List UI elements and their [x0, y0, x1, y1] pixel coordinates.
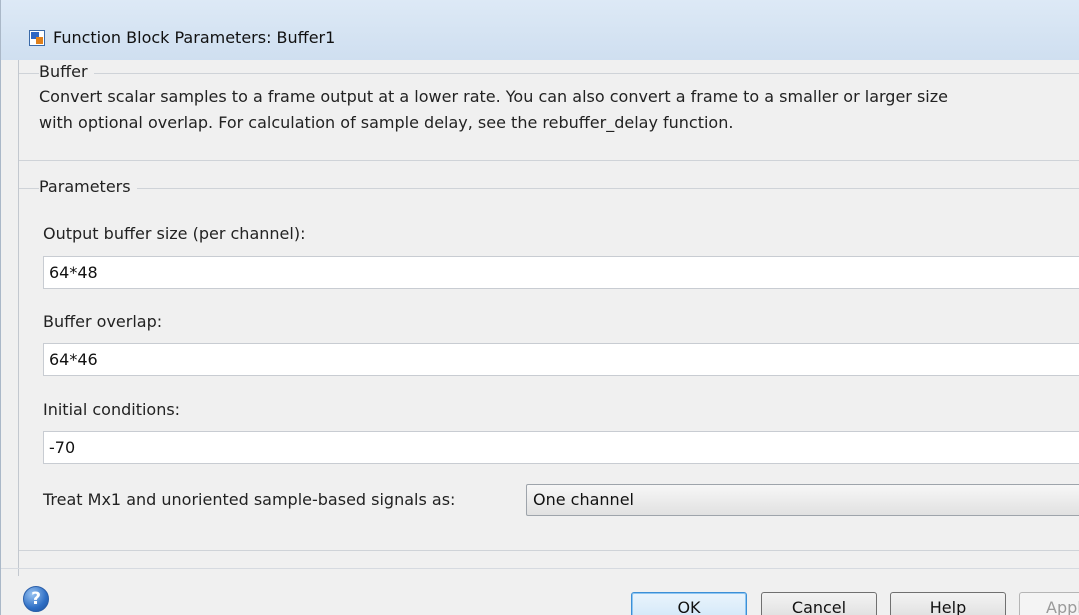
- parameters-group-border: [19, 188, 1079, 189]
- description-line-1: Convert scalar samples to a frame output…: [39, 87, 948, 106]
- buffer-group-border: [19, 73, 1079, 74]
- cancel-button[interactable]: Cancel: [761, 592, 877, 615]
- treat-signals-label: Treat Mx1 and unoriented sample-based si…: [43, 490, 456, 509]
- description-line-2: with optional overlap. For calculation o…: [39, 113, 734, 132]
- title-bar[interactable]: Function Block Parameters: Buffer1: [1, 0, 1079, 60]
- buffer-group-title: Buffer: [39, 62, 94, 81]
- parameters-group-title: Parameters: [39, 177, 137, 196]
- ok-button[interactable]: OK: [631, 592, 747, 615]
- initial-conditions-label: Initial conditions:: [43, 400, 181, 419]
- button-bar-separator: [1, 568, 1079, 569]
- output-buffer-size-label: Output buffer size (per channel):: [43, 224, 306, 243]
- buffer-overlap-field[interactable]: 64*46: [43, 343, 1079, 376]
- help-button[interactable]: Help: [890, 592, 1006, 615]
- parameters-group-bottom: [19, 550, 1079, 551]
- window-title: Function Block Parameters: Buffer1: [53, 28, 336, 47]
- help-question-icon[interactable]: ?: [23, 586, 49, 612]
- buffer-overlap-label: Buffer overlap:: [43, 312, 163, 331]
- dialog-window: Function Block Parameters: Buffer1 Buffe…: [0, 0, 1079, 615]
- treat-signals-dropdown[interactable]: One channel: [526, 484, 1079, 516]
- output-buffer-size-field[interactable]: 64*48: [43, 256, 1079, 289]
- simulink-block-icon: [29, 30, 45, 46]
- apply-button[interactable]: Apply: [1019, 592, 1079, 615]
- block-description: Convert scalar samples to a frame output…: [39, 84, 1079, 136]
- dialog-content: Buffer Convert scalar samples to a frame…: [18, 60, 1079, 576]
- buffer-group-bottom: [19, 160, 1079, 161]
- initial-conditions-field[interactable]: -70: [43, 431, 1079, 464]
